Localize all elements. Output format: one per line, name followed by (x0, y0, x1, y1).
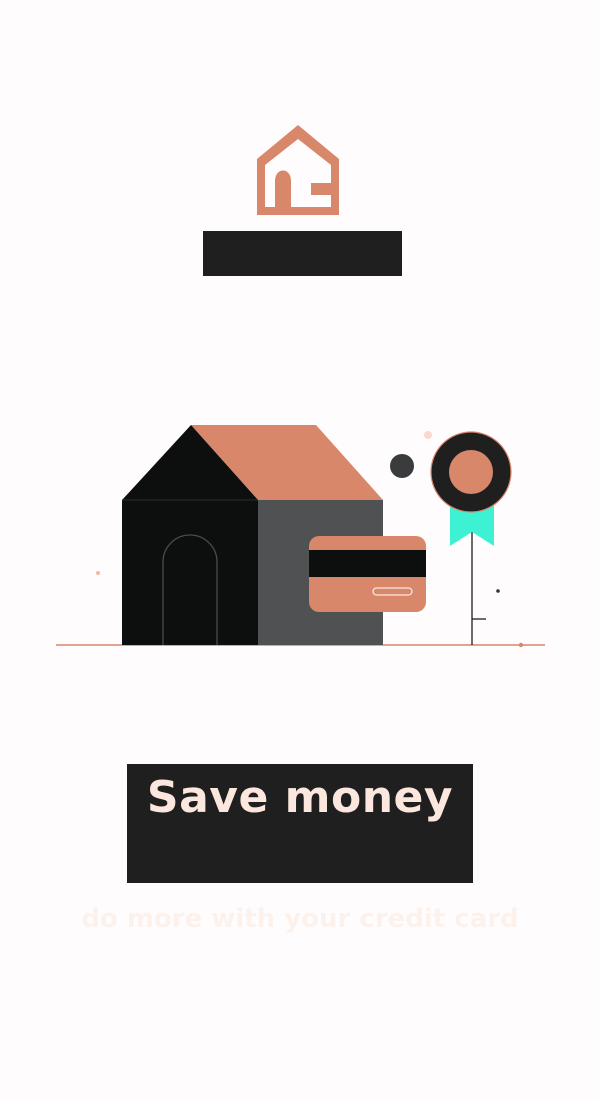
brand-name-bar (203, 231, 402, 276)
headline: Save money (146, 772, 454, 823)
award-medal-center (449, 450, 493, 494)
credit-card-illustration (309, 536, 426, 612)
card-stripe (309, 550, 426, 577)
decor-dot (96, 571, 100, 575)
subtitle: do more with your credit card (81, 904, 519, 934)
decor-dot (518, 642, 524, 648)
home-logo-icon (257, 125, 339, 215)
decor-dot (424, 431, 432, 439)
decor-dot (496, 589, 500, 593)
headline-box: Save money (127, 764, 473, 883)
house-illustration (56, 425, 545, 648)
decor-dot (390, 454, 414, 478)
house-front-wall (122, 500, 258, 645)
